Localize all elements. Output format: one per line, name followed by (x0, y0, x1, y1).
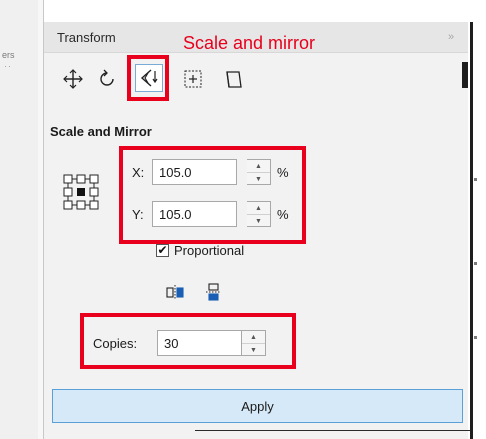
x-label: X: (132, 165, 145, 180)
rotate-icon[interactable] (94, 66, 120, 92)
docker-title: Transform (57, 30, 116, 45)
copies-label: Copies: (93, 336, 138, 351)
spin-up-icon[interactable]: ▲ (247, 160, 270, 173)
section-title: Scale and Mirror (50, 124, 152, 139)
copies-spinner[interactable]: ▲ ▼ (242, 330, 266, 356)
docker-right-border (470, 22, 473, 439)
edge-grip-dot (474, 336, 477, 339)
anchor-point-selector[interactable] (62, 173, 100, 211)
x-scale-spinner[interactable]: ▲ ▼ (247, 159, 271, 185)
double-chevron-right-icon[interactable]: » (448, 31, 454, 43)
spin-up-icon[interactable]: ▲ (242, 331, 265, 344)
spin-up-icon[interactable]: ▲ (247, 202, 270, 215)
edge-grip-dot (474, 178, 477, 181)
apply-button[interactable]: Apply (52, 389, 463, 423)
move-arrows-icon[interactable] (60, 66, 86, 92)
skew-icon[interactable] (220, 66, 246, 92)
neighbor-tab-dots: ·· (4, 61, 12, 71)
x-scale-input[interactable] (152, 159, 237, 185)
edge-grip-dot (474, 262, 477, 265)
neighbor-tab-label[interactable]: ers (2, 50, 15, 60)
y-unit: % (277, 207, 289, 222)
y-scale-input[interactable] (152, 201, 237, 227)
bottom-divider (195, 430, 470, 431)
spin-down-icon[interactable]: ▼ (247, 215, 270, 227)
mirror-horizontal-icon[interactable] (162, 279, 188, 305)
mirror-vertical-icon[interactable] (200, 279, 226, 305)
annotation-label: Scale and mirror (183, 33, 316, 53)
x-unit: % (277, 165, 289, 180)
size-icon[interactable] (180, 66, 206, 92)
proportional-checkbox[interactable]: ✔ (156, 244, 169, 257)
scale-mirror-icon[interactable] (135, 64, 163, 92)
y-label: Y: (132, 207, 144, 222)
proportional-label[interactable]: Proportional (174, 243, 244, 258)
y-scale-spinner[interactable]: ▲ ▼ (247, 201, 271, 227)
spin-down-icon[interactable]: ▼ (247, 173, 270, 185)
apply-button-label: Apply (241, 398, 274, 414)
copies-input[interactable] (157, 330, 242, 356)
edge-handle (462, 62, 468, 88)
spin-down-icon[interactable]: ▼ (242, 344, 265, 356)
